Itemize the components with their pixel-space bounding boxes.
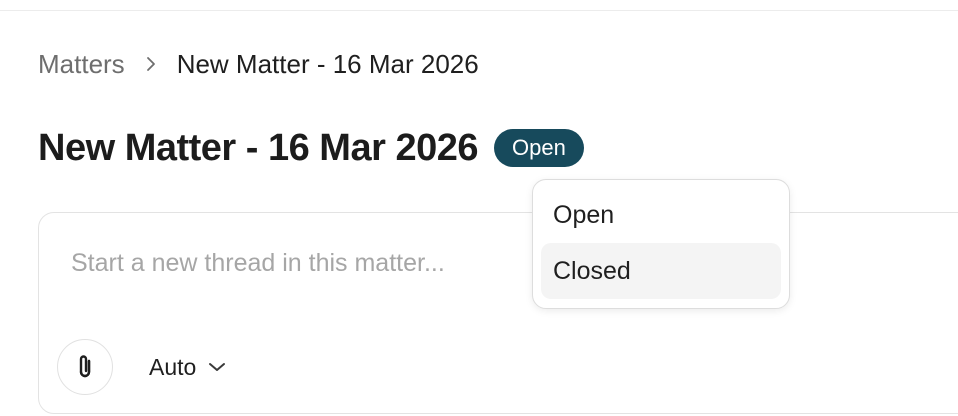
status-dropdown-menu: Open Closed xyxy=(532,179,790,309)
model-selector[interactable]: Auto xyxy=(149,351,226,383)
chevron-right-icon xyxy=(125,55,177,73)
thread-composer: Auto xyxy=(38,212,958,414)
breadcrumb: Matters New Matter - 16 Mar 2026 xyxy=(38,48,479,80)
title-row: New Matter - 16 Mar 2026 Open xyxy=(38,124,584,172)
menu-item-closed[interactable]: Closed xyxy=(541,243,781,299)
attach-button[interactable] xyxy=(57,339,113,395)
status-badge[interactable]: Open xyxy=(493,129,584,167)
breadcrumb-current: New Matter - 16 Mar 2026 xyxy=(176,49,479,79)
chevron-down-icon xyxy=(208,361,226,373)
top-divider xyxy=(0,10,958,11)
paperclip-icon xyxy=(74,353,96,381)
model-label: Auto xyxy=(149,354,197,380)
breadcrumb-matters-link[interactable]: Matters xyxy=(38,48,125,80)
page-title: New Matter - 16 Mar 2026 xyxy=(38,127,478,169)
menu-item-open[interactable]: Open xyxy=(541,187,781,243)
